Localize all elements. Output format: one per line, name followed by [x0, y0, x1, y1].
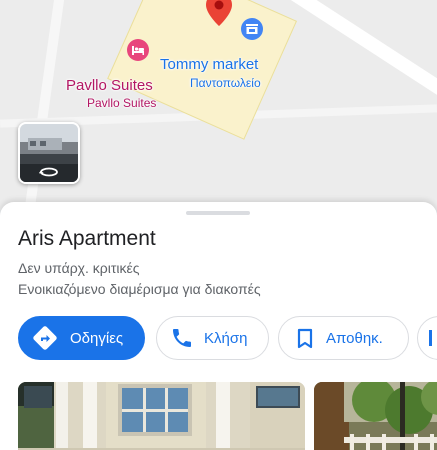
store-icon[interactable]	[240, 17, 264, 41]
directions-label: Οδηγίες	[70, 329, 124, 347]
map-label-shop-category: Παντοπωλείο	[190, 76, 261, 90]
rotate-360-icon	[39, 167, 58, 177]
save-button[interactable]: Αποθηκ.	[278, 316, 409, 360]
street-view-thumbnail[interactable]	[18, 122, 80, 184]
place-photo[interactable]	[18, 382, 305, 450]
location-pin-icon[interactable]	[206, 0, 232, 26]
phone-icon	[173, 329, 191, 347]
map-label-hotel[interactable]: Pavllo Suites	[66, 77, 153, 94]
building-photo	[18, 382, 305, 450]
call-button[interactable]: Κλήση	[156, 316, 269, 360]
place-title: Aris Apartment	[18, 227, 156, 250]
directions-button[interactable]: Οδηγίες	[18, 316, 145, 360]
drag-handle[interactable]	[186, 211, 250, 215]
reviews-status[interactable]: Δεν υπάρχ. κριτικές	[18, 260, 140, 276]
map-view[interactable]: Tommy market Παντοπωλείο Pavllo Suites P…	[0, 0, 437, 210]
call-label: Κλήση	[204, 329, 248, 347]
share-icon	[429, 330, 432, 346]
place-details-sheet[interactable]: Aris Apartment Δεν υπάρχ. κριτικές Ενοικ…	[0, 202, 437, 450]
map-label-shop[interactable]: Tommy market	[160, 56, 258, 73]
save-label: Αποθηκ.	[326, 329, 383, 347]
place-category: Ενοικιαζόμενο διαμέρισμα για διακοπές	[18, 281, 261, 297]
map-label-hotel-sub: Pavllo Suites	[87, 96, 157, 110]
bookmark-icon	[297, 328, 313, 349]
directions-icon	[33, 326, 57, 350]
hotel-icon[interactable]	[126, 38, 150, 62]
more-actions-button[interactable]	[417, 316, 437, 360]
garden-photo	[314, 382, 437, 450]
place-photo[interactable]	[314, 382, 437, 450]
